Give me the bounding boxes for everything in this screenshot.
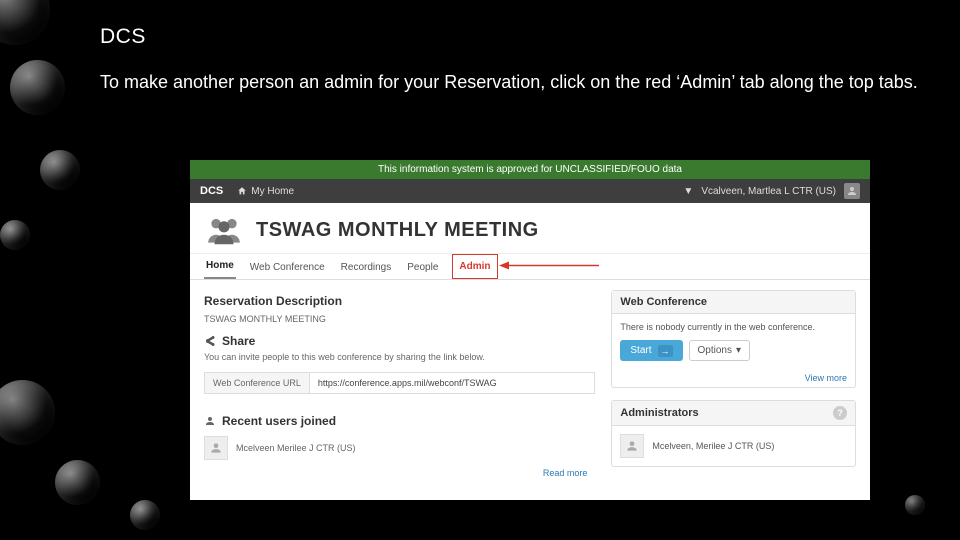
person-icon	[209, 441, 223, 455]
tab-web-conference[interactable]: Web Conference	[248, 256, 327, 279]
bubble-decoration	[10, 60, 65, 115]
right-column: Web Conference There is nobody currently…	[611, 290, 856, 482]
top-nav: DCS My Home ▼ Vcalveen, Martlea L CTR (U…	[190, 179, 870, 203]
left-column: Reservation Description TSWAG MONTHLY ME…	[204, 290, 595, 482]
group-icon	[204, 213, 244, 247]
classification-banner: This information system is approved for …	[190, 160, 870, 179]
bubble-decoration	[55, 460, 100, 505]
person-icon	[846, 185, 858, 197]
web-conference-status: There is nobody currently in the web con…	[620, 322, 847, 332]
administrators-heading: Administrators	[620, 407, 698, 419]
web-conference-body: There is nobody currently in the web con…	[612, 314, 855, 369]
person-icon	[625, 439, 639, 453]
user-avatar-icon[interactable]	[844, 183, 860, 199]
options-button-label: Options	[698, 345, 732, 356]
tab-admin[interactable]: Admin	[459, 258, 490, 275]
arrow-right-icon: →	[658, 345, 673, 357]
administrators-body: Mcelveen, Merilee J CTR (US)	[612, 426, 855, 466]
slide-title: DCS	[100, 25, 920, 49]
avatar	[204, 436, 228, 460]
web-conference-heading: Web Conference	[620, 296, 707, 308]
slide: DCS To make another person an admin for …	[0, 0, 960, 540]
share-label: Share	[222, 334, 255, 348]
share-icon	[204, 335, 216, 347]
tab-people[interactable]: People	[405, 256, 440, 279]
brand-label[interactable]: DCS	[200, 185, 223, 197]
start-button-label: Start	[630, 345, 651, 356]
chevron-down-icon: ▾	[736, 345, 741, 356]
help-icon[interactable]: ?	[833, 406, 847, 420]
avatar	[620, 434, 644, 458]
view-more-link[interactable]: View more	[612, 369, 855, 387]
tab-bar: Home Web Conference Recordings People Ad…	[190, 254, 870, 280]
start-button[interactable]: Start →	[620, 340, 682, 361]
url-field-label: Web Conference URL	[204, 372, 309, 394]
administrators-panel: Administrators ? Mcelveen, Merilee J CTR…	[611, 400, 856, 467]
tab-home[interactable]: Home	[204, 254, 236, 279]
admin-user-name: Mcelveen, Merilee J CTR (US)	[652, 441, 774, 451]
options-button[interactable]: Options ▾	[689, 340, 751, 361]
tab-recordings[interactable]: Recordings	[339, 256, 394, 279]
bubble-decoration	[905, 495, 925, 515]
recent-user-name: Mcelveen Merilee J CTR (US)	[236, 443, 356, 453]
web-conference-panel: Web Conference There is nobody currently…	[611, 290, 856, 388]
meeting-title: TSWAG MONTHLY MEETING	[256, 219, 539, 242]
bubble-decoration	[0, 220, 30, 250]
my-home-label: My Home	[251, 186, 294, 197]
tab-admin-highlight: Admin	[452, 254, 497, 279]
admin-user-row[interactable]: Mcelveen, Merilee J CTR (US)	[620, 434, 847, 458]
reservation-description-value: TSWAG MONTHLY MEETING	[204, 314, 595, 324]
share-subtext: You can invite people to this web confer…	[204, 352, 595, 362]
bubble-decoration	[0, 0, 50, 45]
slide-text: DCS To make another person an admin for …	[100, 25, 920, 96]
reservation-description-heading: Reservation Description	[204, 294, 595, 308]
web-conference-panel-header: Web Conference	[612, 291, 855, 314]
person-icon	[204, 415, 216, 427]
main-columns: Reservation Description TSWAG MONTHLY ME…	[190, 280, 870, 482]
url-field-value[interactable]: https://conference.apps.mil/webconf/TSWA…	[309, 372, 596, 394]
home-icon	[237, 186, 247, 196]
conference-url-row: Web Conference URL https://conference.ap…	[204, 372, 595, 394]
bubble-decoration	[130, 500, 160, 530]
slide-body: To make another person an admin for your…	[100, 69, 920, 96]
page-header: TSWAG MONTHLY MEETING	[190, 203, 870, 254]
user-name[interactable]: Vcalveen, Martlea L CTR (US)	[701, 186, 836, 197]
recent-user-row[interactable]: Mcelveen Merilee J CTR (US)	[204, 436, 595, 460]
administrators-panel-header: Administrators ?	[612, 401, 855, 426]
share-heading: Share	[204, 334, 595, 348]
bubble-decoration	[0, 380, 55, 445]
recent-users-heading: Recent users joined	[204, 414, 595, 428]
my-home-link[interactable]: My Home	[237, 186, 294, 197]
recent-users-label: Recent users joined	[222, 414, 336, 428]
app-screenshot: This information system is approved for …	[190, 160, 870, 500]
callout-arrow	[499, 260, 599, 273]
bubble-decoration	[40, 150, 80, 190]
user-menu-caret[interactable]: ▼	[683, 186, 693, 197]
read-more-link[interactable]: Read more	[204, 464, 595, 482]
